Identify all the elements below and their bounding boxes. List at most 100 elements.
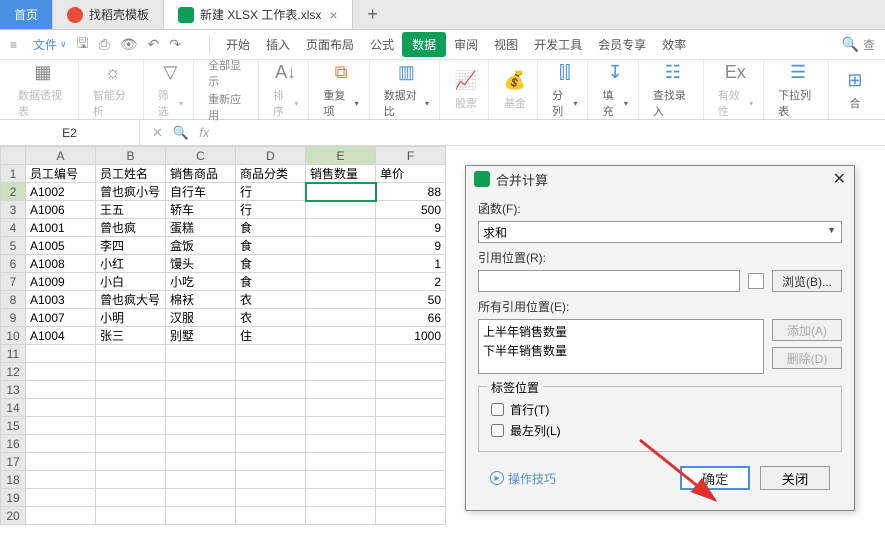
row-header[interactable]: 8 [1,291,26,309]
row-header[interactable]: 16 [1,435,26,453]
name-box[interactable]: E2 [0,120,140,145]
cell[interactable]: 食 [236,273,306,291]
cell[interactable]: 小明 [96,309,166,327]
rg-dup[interactable]: ⧉重复项▾ [313,60,369,119]
cell[interactable]: 馒头 [166,255,236,273]
fx-icon[interactable]: fx [199,125,209,140]
cell[interactable]: 自行车 [166,183,236,201]
col-header[interactable]: B [96,147,166,165]
cell[interactable]: 曾也疯 [96,219,166,237]
cell[interactable]: 曾也疯小号 [96,183,166,201]
cell[interactable]: A1007 [26,309,96,327]
lookup-icon[interactable]: 🔍 [173,125,189,141]
row-header[interactable]: 2 [1,183,26,201]
cell[interactable]: A1008 [26,255,96,273]
cell[interactable] [306,327,376,345]
cell[interactable]: 50 [376,291,446,309]
cell[interactable]: A1003 [26,291,96,309]
rg-find[interactable]: ☷查找录入 [643,60,704,119]
print-icon[interactable]: ⎙ [99,36,110,53]
cell[interactable]: 盒饭 [166,237,236,255]
row-header[interactable]: 20 [1,507,26,525]
search-icon[interactable]: 🔍 [842,36,859,53]
file-menu[interactable]: 文件∨ [27,34,73,55]
add-button[interactable]: 添加(A) [772,319,842,341]
ribbon-tab[interactable]: 效率 [654,32,694,57]
cell[interactable] [306,255,376,273]
cell[interactable]: A1004 [26,327,96,345]
cell[interactable]: 汉服 [166,309,236,327]
cell[interactable]: 500 [376,201,446,219]
cell[interactable]: 单价 [376,165,446,183]
cell[interactable]: 9 [376,237,446,255]
cell[interactable]: A1001 [26,219,96,237]
cell[interactable]: 销售数量 [306,165,376,183]
cell[interactable] [306,291,376,309]
cell[interactable]: 9 [376,219,446,237]
cell[interactable]: 曾也疯大号 [96,291,166,309]
cell[interactable] [306,201,376,219]
col-header[interactable]: F [376,147,446,165]
cell[interactable]: 食 [236,237,306,255]
range-picker-icon[interactable] [748,273,764,289]
ribbon-tab[interactable]: 开始 [218,32,258,57]
row-header[interactable]: 3 [1,201,26,219]
undo-icon[interactable]: ↶ [148,36,160,53]
cell[interactable]: 行 [236,201,306,219]
cell[interactable]: 衣 [236,309,306,327]
rg-combine[interactable]: ⊞合 [833,60,877,119]
cell[interactable] [306,219,376,237]
cell[interactable]: 66 [376,309,446,327]
col-header[interactable]: E [306,147,376,165]
cell[interactable]: 88 [376,183,446,201]
rg-fill[interactable]: ↧填充▾ [592,60,638,119]
row-header[interactable]: 9 [1,309,26,327]
dialog-titlebar[interactable]: 合并计算 ✕ [466,166,854,192]
tips-link[interactable]: ▸操作技巧 [490,470,556,487]
cell[interactable] [306,237,376,255]
close-icon[interactable]: ✕ [833,169,846,189]
close-button[interactable]: 关闭 [760,466,830,490]
cell[interactable]: A1006 [26,201,96,219]
rg-analysis[interactable]: ☼智能分析 [83,60,144,119]
leftcol-check[interactable]: 最左列(L) [491,422,829,439]
cell[interactable]: A1002 [26,183,96,201]
list-item[interactable]: 下半年销售数量 [483,341,759,360]
cell[interactable]: 员工姓名 [96,165,166,183]
row-header[interactable]: 4 [1,219,26,237]
cell[interactable]: 住 [236,327,306,345]
rg-filter[interactable]: ▽筛选▾ [148,60,194,119]
cell[interactable]: 员工编号 [26,165,96,183]
cell[interactable] [306,273,376,291]
spreadsheet[interactable]: A B C D E F 1员工编号员工姓名销售商品商品分类销售数量单价2A100… [0,146,446,525]
cell[interactable]: 蛋糕 [166,219,236,237]
rg-drop[interactable]: ☰下拉列表 [768,60,829,119]
row-header[interactable]: 19 [1,489,26,507]
ok-button[interactable]: 确定 [680,466,750,490]
reference-input[interactable] [478,270,740,292]
ribbon-tab[interactable]: 开发工具 [526,32,590,57]
save-icon[interactable]: 🖫 [77,33,89,57]
rg-fund[interactable]: 💰基金 [493,60,538,119]
cancel-icon[interactable]: ✕ [152,125,163,141]
ribbon-tab[interactable]: 页面布局 [298,32,362,57]
cell[interactable]: 衣 [236,291,306,309]
close-icon[interactable]: × [329,7,337,23]
row-header[interactable]: 7 [1,273,26,291]
cell[interactable]: A1009 [26,273,96,291]
col-header[interactable]: D [236,147,306,165]
cell[interactable] [306,183,376,201]
select-all-corner[interactable] [1,147,26,165]
row-header[interactable]: 12 [1,363,26,381]
row-header[interactable]: 17 [1,453,26,471]
reference-list[interactable]: 上半年销售数量 下半年销售数量 [478,319,764,374]
rg-valid[interactable]: Ex有效性▾ [708,60,764,119]
row-header[interactable]: 13 [1,381,26,399]
rg-compare[interactable]: ▥数据对比▾ [374,60,440,119]
cell[interactable]: 别墅 [166,327,236,345]
cell[interactable]: 小红 [96,255,166,273]
tab-workbook[interactable]: 新建 XLSX 工作表.xlsx × [164,0,353,29]
cell[interactable]: 小吃 [166,273,236,291]
tab-home[interactable]: 首页 [0,0,53,29]
row-header[interactable]: 10 [1,327,26,345]
